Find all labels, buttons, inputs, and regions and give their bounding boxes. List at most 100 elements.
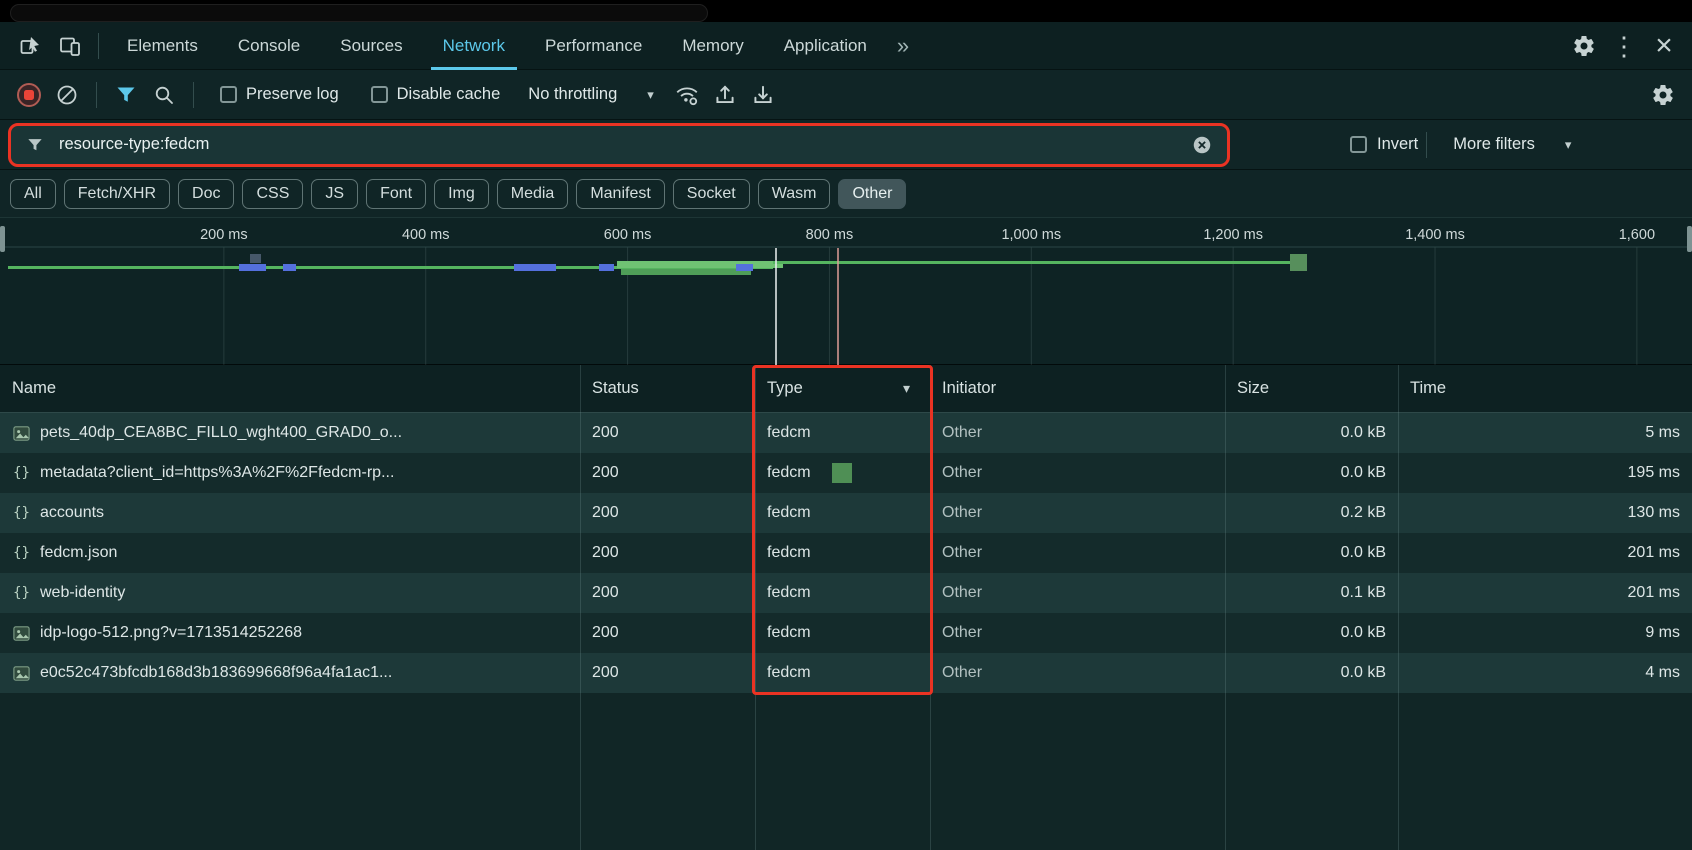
network-filter-input[interactable] [57, 134, 1179, 155]
window-top-rounded-shape [10, 4, 708, 22]
tab-sources[interactable]: Sources [320, 22, 422, 70]
tab-elements[interactable]: Elements [107, 22, 218, 70]
disable-cache-toggle[interactable]: Disable cache [371, 85, 501, 104]
sort-descending-icon: ▾ [903, 380, 918, 397]
request-size: 0.0 kB [1225, 413, 1398, 453]
request-row-pets-40dp-cea8bc-fill0-w[interactable]: pets_40dp_CEA8BC_FILL0_wght400_GRAD0_o..… [0, 413, 1692, 453]
table-rows: pets_40dp_CEA8BC_FILL0_wght400_GRAD0_o..… [0, 413, 1692, 693]
request-name: metadata?client_id=https%3A%2F%2Ffedcm-r… [40, 464, 394, 482]
chip-socket[interactable]: Socket [673, 179, 750, 209]
overview-right-handle[interactable] [1687, 226, 1692, 252]
timeline-tick-label: 1,200 ms [1203, 227, 1263, 243]
column-header-name[interactable]: Name [0, 365, 580, 412]
request-name-cell: pets_40dp_CEA8BC_FILL0_wght400_GRAD0_o..… [0, 413, 580, 453]
request-type: fedcm [755, 613, 930, 653]
network-filter-row: Invert More filters ▾ [0, 120, 1692, 170]
image-file-icon [12, 664, 31, 683]
clear-filter-icon[interactable] [1191, 134, 1213, 156]
record-icon[interactable] [12, 78, 46, 112]
chip-other[interactable]: Other [838, 179, 906, 209]
image-file-icon [12, 424, 31, 443]
chip-css[interactable]: CSS [242, 179, 303, 209]
more-panels-chevron-icon[interactable]: » [887, 33, 921, 59]
braces-json-icon: {} [12, 544, 31, 563]
chip-manifest[interactable]: Manifest [576, 179, 664, 209]
request-row-web-identity[interactable]: {}web-identity200fedcmOther0.1 kB201 ms [0, 573, 1692, 613]
request-type: fedcm [755, 413, 930, 453]
request-name: fedcm.json [40, 544, 117, 562]
chevron-down-icon: ▾ [647, 87, 654, 103]
inspect-element-icon[interactable] [10, 26, 50, 66]
tab-network[interactable]: Network [423, 22, 525, 70]
column-header-label: Type [767, 379, 803, 398]
filter-funnel-icon[interactable] [109, 78, 143, 112]
tab-application[interactable]: Application [764, 22, 887, 70]
request-size: 0.2 kB [1225, 493, 1398, 533]
preserve-log-checkbox[interactable] [220, 86, 237, 103]
preserve-log-toggle[interactable]: Preserve log [220, 85, 339, 104]
timeline-tick-label: 400 ms [402, 227, 450, 243]
network-overview-timeline[interactable]: 200 ms400 ms600 ms800 ms1,000 ms1,200 ms… [0, 218, 1692, 365]
separator [96, 82, 97, 108]
column-header-initiator[interactable]: Initiator [930, 365, 1225, 412]
request-name: accounts [40, 504, 104, 522]
request-name: idp-logo-512.png?v=1713514252268 [40, 624, 302, 642]
invert-filter-toggle[interactable]: Invert [1350, 135, 1418, 154]
devtools-tabbar: ElementsConsoleSourcesNetworkPerformance… [0, 22, 1692, 70]
column-header-type[interactable]: Type ▾ [755, 365, 930, 412]
request-status: 200 [580, 533, 755, 573]
disable-cache-checkbox[interactable] [371, 86, 388, 103]
throttling-value: No throttling [528, 85, 617, 104]
timeline-tick-label: 1,600 [1619, 227, 1655, 243]
more-filters-dropdown[interactable]: More filters ▾ [1453, 135, 1571, 154]
settings-gear-icon[interactable] [1564, 26, 1604, 66]
request-row-fedcm-json[interactable]: {}fedcm.json200fedcmOther0.0 kB201 ms [0, 533, 1692, 573]
disable-cache-label: Disable cache [397, 85, 501, 104]
timeline-tick-label: 600 ms [604, 227, 652, 243]
column-header-time[interactable]: Time [1398, 365, 1692, 412]
request-status: 200 [580, 453, 755, 493]
chip-js[interactable]: JS [311, 179, 358, 209]
network-settings-gear-icon[interactable] [1646, 78, 1680, 112]
request-row-metadata-client-id-https[interactable]: {} metadata?client_id=https%3A%2F%2Ffedcm… [0, 453, 1692, 493]
chip-img[interactable]: Img [434, 179, 489, 209]
close-devtools-icon[interactable]: × [1644, 26, 1684, 66]
export-har-icon[interactable] [746, 78, 780, 112]
braces-json-icon: {} [12, 464, 31, 483]
chip-all[interactable]: All [10, 179, 56, 209]
timeline-tick-label: 1,400 ms [1405, 227, 1465, 243]
clear-network-log-icon[interactable] [50, 78, 84, 112]
network-filter-box-highlighted[interactable] [8, 123, 1230, 167]
column-header-status[interactable]: Status [580, 365, 755, 412]
request-row-idp-logo-512-png-v-17135[interactable]: idp-logo-512.png?v=1713514252268200fedcm… [0, 613, 1692, 653]
device-toolbar-icon[interactable] [50, 26, 90, 66]
chip-media[interactable]: Media [497, 179, 569, 209]
request-time: 5 ms [1398, 413, 1692, 453]
request-row-e0c52c473bfcdb168d3b1836[interactable]: e0c52c473bfcdb168d3b183699668f96a4fa1ac1… [0, 653, 1692, 693]
request-type-text: fedcm [767, 424, 811, 442]
throttling-dropdown[interactable]: No throttling ▾ [528, 85, 654, 104]
invert-checkbox[interactable] [1350, 136, 1367, 153]
column-header-label: Status [592, 379, 639, 398]
request-time: 195 ms [1398, 453, 1692, 493]
request-type: fedcm [755, 573, 930, 613]
chip-fetch-xhr[interactable]: Fetch/XHR [64, 179, 170, 209]
network-toolbar: Preserve log Disable cache No throttling… [0, 70, 1692, 120]
request-initiator: Other [930, 613, 1225, 653]
tab-performance[interactable]: Performance [525, 22, 662, 70]
request-row-accounts[interactable]: {}accounts200fedcmOther0.2 kB130 ms [0, 493, 1692, 533]
kebab-menu-icon[interactable]: ⋮ [1604, 26, 1644, 66]
request-initiator: Other [930, 453, 1225, 493]
chip-wasm[interactable]: Wasm [758, 179, 831, 209]
request-size: 0.0 kB [1225, 653, 1398, 693]
import-har-icon[interactable] [708, 78, 742, 112]
chip-doc[interactable]: Doc [178, 179, 234, 209]
tab-console[interactable]: Console [218, 22, 320, 70]
overview-left-handle[interactable] [0, 226, 5, 252]
preserve-log-label: Preserve log [246, 85, 339, 104]
column-header-size[interactable]: Size [1225, 365, 1398, 412]
chip-font[interactable]: Font [366, 179, 426, 209]
tab-memory[interactable]: Memory [662, 22, 763, 70]
network-conditions-icon[interactable] [670, 78, 704, 112]
search-icon[interactable] [147, 78, 181, 112]
